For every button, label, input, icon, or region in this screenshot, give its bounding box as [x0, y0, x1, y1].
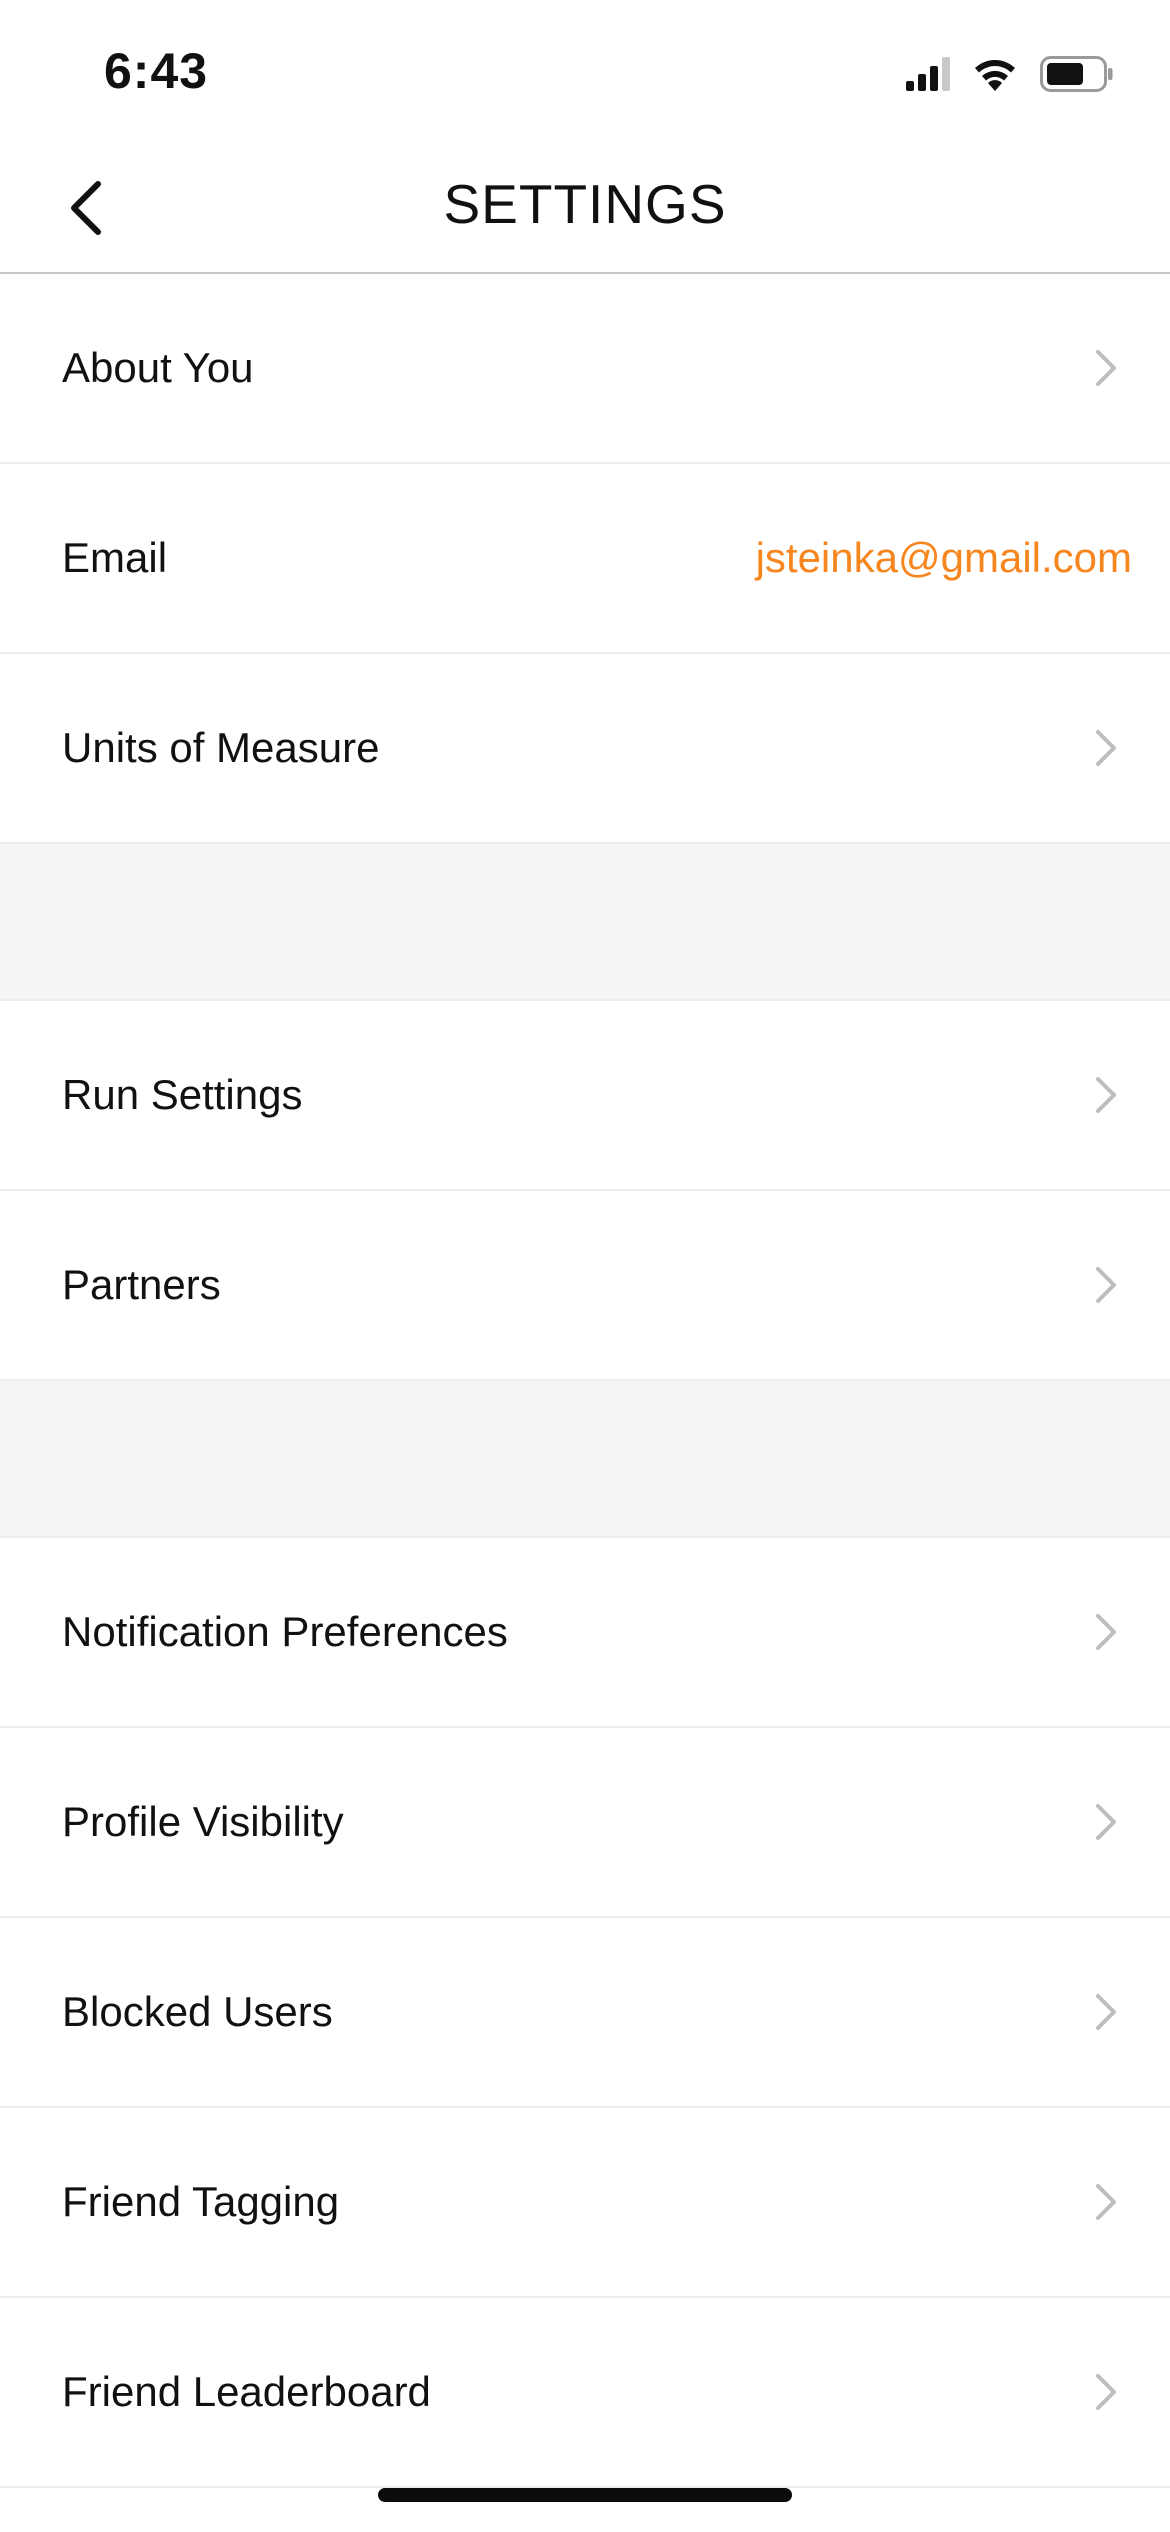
- email-value: jsteinka@gmail.com: [755, 534, 1132, 581]
- chevron-right-icon: [1090, 1988, 1122, 2036]
- chevron-right-icon: [1090, 724, 1122, 772]
- row-label: Notification Preferences: [62, 1608, 508, 1655]
- navigation-header: SETTINGS: [0, 140, 1170, 274]
- row-label: Run Settings: [62, 1071, 303, 1118]
- chevron-right-icon: [1090, 2368, 1122, 2416]
- settings-row-notification-preferences[interactable]: Notification Preferences: [0, 1538, 1170, 1728]
- row-label: Blocked Users: [62, 1988, 333, 2035]
- home-indicator[interactable]: [378, 2488, 792, 2502]
- settings-screen: 6:43 SETTINGS About You Email jsteinka@g…: [0, 0, 1170, 2532]
- chevron-right-icon: [1090, 1261, 1122, 1309]
- settings-row-units-of-measure[interactable]: Units of Measure: [0, 654, 1170, 844]
- row-label: Partners: [62, 1261, 221, 1308]
- settings-row-about-you[interactable]: About You: [0, 274, 1170, 464]
- row-label: About You: [62, 344, 254, 391]
- row-label: Profile Visibility: [62, 1798, 344, 1845]
- status-bar: 6:43: [0, 0, 1170, 140]
- row-label: Email: [62, 534, 168, 581]
- cellular-signal-icon: [906, 57, 950, 91]
- row-label: Friend Tagging: [62, 2178, 340, 2225]
- page-title: SETTINGS: [443, 173, 727, 235]
- settings-list: About You Email jsteinka@gmail.com Units…: [0, 274, 1170, 2488]
- battery-icon: [1040, 56, 1114, 92]
- section-divider: [0, 844, 1170, 1001]
- chevron-right-icon: [1090, 1608, 1122, 1656]
- settings-row-friend-tagging[interactable]: Friend Tagging: [0, 2108, 1170, 2298]
- status-icons: [906, 52, 1114, 96]
- row-label: Units of Measure: [62, 724, 380, 771]
- section-divider: [0, 1381, 1170, 1538]
- chevron-right-icon: [1090, 1071, 1122, 1119]
- status-time: 6:43: [104, 43, 209, 99]
- chevron-right-icon: [1090, 1798, 1122, 1846]
- settings-row-run-settings[interactable]: Run Settings: [0, 1001, 1170, 1191]
- wifi-icon: [972, 57, 1018, 91]
- settings-row-profile-visibility[interactable]: Profile Visibility: [0, 1728, 1170, 1918]
- chevron-right-icon: [1090, 2178, 1122, 2226]
- settings-row-blocked-users[interactable]: Blocked Users: [0, 1918, 1170, 2108]
- settings-row-email[interactable]: Email jsteinka@gmail.com: [0, 464, 1170, 654]
- settings-row-partners[interactable]: Partners: [0, 1191, 1170, 1381]
- row-label: Friend Leaderboard: [62, 2368, 431, 2415]
- settings-row-friend-leaderboard[interactable]: Friend Leaderboard: [0, 2298, 1170, 2488]
- chevron-right-icon: [1090, 344, 1122, 392]
